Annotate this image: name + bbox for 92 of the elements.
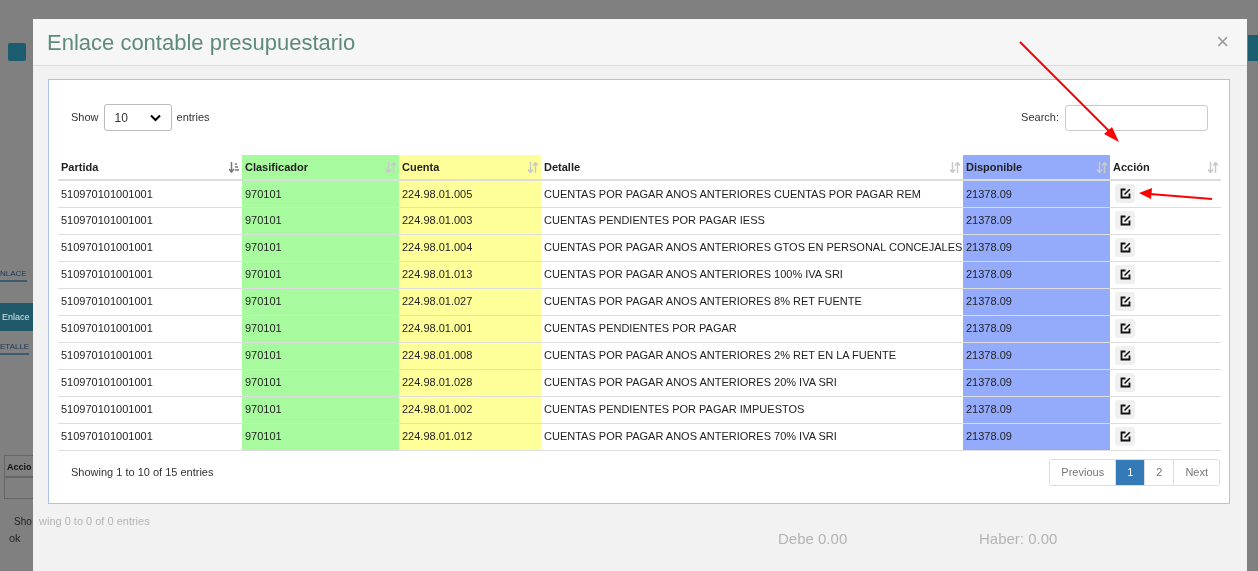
table-cell: 224.98.01.003 (399, 207, 541, 234)
edit-button[interactable] (1115, 292, 1135, 311)
table-cell: 21378.09 (963, 261, 1110, 288)
table-cell: 510970101001001 (58, 261, 242, 288)
ok-text: ok (9, 531, 21, 546)
table-cell: 970101 (242, 288, 399, 315)
edit-icon (1119, 323, 1131, 334)
table-cell: CUENTAS POR PAGAR ANOS ANTERIORES 8% RET FUENTE (541, 288, 963, 315)
table-cell: 510970101001001 (58, 342, 242, 369)
table-cell: 970101 (242, 234, 399, 261)
edit-button[interactable] (1115, 184, 1135, 204)
table-cell: 510970101001001 (58, 234, 242, 261)
table-cell: 224.98.01.004 (399, 234, 541, 261)
sort-ascending-icon[interactable] (229, 161, 239, 173)
entries-label: entries (176, 110, 210, 126)
table-cell: CUENTAS PENDIENTES POR PAGAR (541, 315, 963, 342)
search-label: Search: (1021, 110, 1059, 126)
table-cell: 510970101001001 (58, 423, 242, 450)
table-cell: 510970101001001 (58, 396, 242, 423)
edit-button[interactable] (1115, 346, 1135, 365)
edit-icon (1119, 242, 1131, 253)
column-header[interactable]: Clasificador (242, 155, 399, 180)
column-header[interactable]: Cuenta (399, 155, 541, 180)
table-cell: 510970101001001 (58, 288, 242, 315)
table-cell: 510970101001001 (58, 315, 242, 342)
table-cell: 224.98.01.005 (399, 180, 541, 207)
edit-icon (1119, 296, 1131, 307)
edit-button[interactable] (1115, 319, 1135, 338)
table-cell: CUENTAS POR PAGAR ANOS ANTERIORES CUENTAS POR PAGAR REM (541, 180, 963, 207)
edit-icon (1119, 215, 1131, 226)
table-cell: CUENTAS POR PAGAR ANOS ANTERIORES 70% IVA SRI (541, 423, 963, 450)
section-button[interactable]: Enlace (0, 303, 33, 331)
edit-icon (1119, 431, 1131, 442)
page-length-select[interactable]: 10 (103, 104, 172, 131)
table-cell: 21378.09 (963, 369, 1110, 396)
chevron-down-icon (149, 113, 161, 122)
table-cell: 224.98.01.001 (399, 315, 541, 342)
table-info-fragment: Sho (14, 515, 32, 529)
edit-button[interactable] (1115, 265, 1135, 284)
edit-icon (1119, 404, 1131, 415)
table-cell: 21378.09 (963, 180, 1110, 207)
table-cell: 224.98.01.028 (399, 369, 541, 396)
table-cell: 21378.09 (963, 207, 1110, 234)
table-cell: 21378.09 (963, 234, 1110, 261)
table-cell: 970101 (242, 369, 399, 396)
edit-icon (1119, 377, 1131, 388)
table-cell: CUENTAS PENDIENTES POR PAGAR IESS (541, 207, 963, 234)
edit-button[interactable] (1115, 238, 1135, 257)
table-cell: 510970101001001 (58, 207, 242, 234)
edit-button[interactable] (1115, 373, 1135, 392)
table-cell: 970101 (242, 423, 399, 450)
edit-icon (1119, 188, 1131, 200)
table-cell: CUENTAS POR PAGAR ANOS ANTERIORES 100% IVA SRI (541, 261, 963, 288)
page-button[interactable]: Next (1173, 459, 1219, 485)
table-cell: 21378.09 (963, 315, 1110, 342)
table-cell: 21378.09 (963, 342, 1110, 369)
table-cell: CUENTAS POR PAGAR ANOS ANTERIORES GTOS EN PERSONAL CONCEJALES (541, 234, 963, 261)
column-header[interactable]: Partida (58, 155, 242, 180)
table-cell: 970101 (242, 207, 399, 234)
edit-button[interactable] (1115, 427, 1135, 446)
table-cell: 970101 (242, 315, 399, 342)
table-cell: 21378.09 (963, 288, 1110, 315)
column-header[interactable]: Acción (1110, 155, 1221, 180)
show-label: Show (71, 110, 99, 126)
table-cell: CUENTAS POR PAGAR ANOS ANTERIORES 2% RET EN LA FUENTE (541, 342, 963, 369)
table-cell: 510970101001001 (58, 180, 242, 207)
edit-icon (1119, 350, 1131, 361)
table-cell: CUENTAS PENDIENTES POR PAGAR IMPUESTOS (541, 396, 963, 423)
modal-title: Enlace contable presupuestario (47, 28, 356, 57)
table-cell: 970101 (242, 342, 399, 369)
table-cell: 21378.09 (963, 396, 1110, 423)
column-header[interactable]: Detalle (541, 155, 963, 180)
table-cell: 970101 (242, 261, 399, 288)
table-cell: 224.98.01.027 (399, 288, 541, 315)
faint-debit-text: Debe 0.00 (778, 529, 848, 549)
table-info: Showing 1 to 10 of 15 entries (71, 464, 214, 480)
table-cell: 224.98.01.013 (399, 261, 541, 288)
table-cell: 224.98.01.002 (399, 396, 541, 423)
table-cell: 970101 (242, 180, 399, 207)
table-cell: 510970101001001 (58, 369, 242, 396)
faint-credit-text: Haber: 0.00 (979, 529, 1058, 549)
edit-icon (1119, 269, 1131, 280)
table-cell: 21378.09 (963, 423, 1110, 450)
page-button[interactable]: 1 (1115, 459, 1145, 485)
table-cell: CUENTAS POR PAGAR ANOS ANTERIORES 20% IVA SRI (541, 369, 963, 396)
table-cell: 224.98.01.008 (399, 342, 541, 369)
table-cell: 970101 (242, 396, 399, 423)
edit-button[interactable] (1115, 400, 1135, 419)
column-header[interactable]: Disponible (963, 155, 1110, 180)
table-cell: 224.98.01.012 (399, 423, 541, 450)
edit-button[interactable] (1115, 211, 1135, 230)
search-field[interactable] (1065, 104, 1208, 131)
